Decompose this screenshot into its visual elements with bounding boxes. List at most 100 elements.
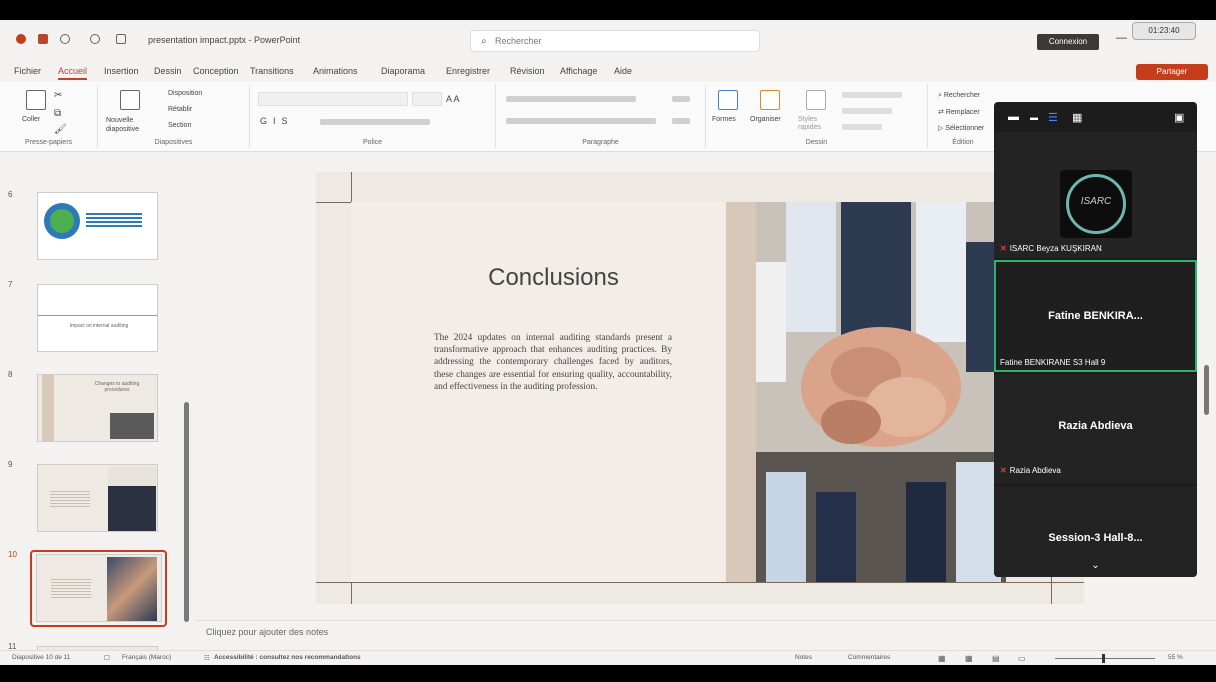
tab-conception[interactable]: Conception — [193, 66, 239, 76]
shape-fill-tool[interactable] — [842, 92, 902, 98]
participant-tile[interactable]: ISARC ✕ ISARC Beyza KUŞKIRAN — [994, 132, 1197, 258]
slide-photo[interactable] — [756, 202, 1006, 582]
align-tools[interactable] — [506, 118, 656, 124]
chevron-down-icon[interactable]: ⌄ — [994, 560, 1197, 571]
tab-animations[interactable]: Animations — [313, 66, 358, 76]
record-icon[interactable] — [16, 34, 26, 44]
layout-button[interactable]: Disposition — [168, 90, 202, 97]
redo-icon[interactable] — [90, 34, 100, 44]
shapes-icon[interactable] — [718, 90, 738, 110]
document-title: presentation impact.pptx - PowerPoint — [148, 35, 301, 45]
font-name-select[interactable] — [258, 92, 408, 106]
list-tools[interactable] — [506, 96, 636, 102]
slide-sorter-icon[interactable]: ▦ — [965, 654, 973, 663]
shapes-button[interactable]: Formes — [712, 116, 736, 123]
arrange-button[interactable]: Organiser — [750, 116, 781, 123]
minimize-icon[interactable]: — — [1116, 32, 1127, 44]
speaker-view-icon[interactable]: ▬ — [1030, 113, 1038, 122]
gallery-strip-icon[interactable]: ☰ — [1048, 111, 1058, 124]
font-format-icons[interactable]: GIS — [260, 116, 294, 126]
minimize-panel-icon[interactable]: ▬ — [1008, 111, 1019, 123]
spellcheck-icon[interactable]: ☐ — [104, 654, 110, 662]
participant-tile[interactable]: Razia Abdieva ✕ Razia Abdieva — [994, 374, 1197, 484]
new-slide-button[interactable]: Nouvelle diapositive — [106, 116, 158, 134]
tab-enregistrer[interactable]: Enregistrer — [446, 66, 490, 76]
font-color-tools[interactable] — [320, 119, 430, 125]
tab-accueil[interactable]: Accueil — [58, 66, 88, 80]
normal-view-icon[interactable]: ▦ — [938, 654, 946, 663]
zoom-slider-thumb[interactable] — [1102, 654, 1105, 663]
notes-pane[interactable]: Cliquez pour ajouter des notes — [196, 620, 1216, 642]
language-status[interactable]: Français (Maroc) — [122, 654, 171, 661]
sign-in-button[interactable]: Connexion — [1037, 34, 1099, 50]
tab-transitions[interactable]: Transitions — [250, 66, 294, 76]
tab-fichier[interactable]: Fichier — [14, 66, 41, 76]
editor-scrollbar[interactable] — [1204, 365, 1209, 415]
participant-tile-active-speaker[interactable]: Fatine BENKIRA... Fatine BENKIRANE S3 Ha… — [994, 260, 1197, 372]
slides-scrollbar[interactable] — [184, 402, 189, 622]
slide-thumbnail-8[interactable]: Changes to auditing procedures — [37, 374, 158, 442]
grow-font-icon[interactable]: A A — [446, 94, 460, 104]
replace-button[interactable]: ⇄ Remplacer — [938, 108, 980, 116]
reset-button[interactable]: Rétablir — [168, 106, 192, 113]
zoom-slider[interactable] — [1055, 658, 1155, 659]
participant-name: ✕ ISARC Beyza KUŞKIRAN — [1000, 244, 1102, 253]
participant-display-name: Session-3 Hall-8... — [1048, 532, 1143, 544]
save-icon[interactable] — [38, 34, 48, 44]
group-font: A A GIS Police — [250, 84, 496, 148]
start-slideshow-icon[interactable] — [116, 34, 126, 44]
slide-thumbnail-6[interactable] — [37, 192, 158, 260]
copy-icon[interactable]: ⧉ — [54, 108, 61, 119]
thumbnail-text: Impact on internal auditing — [69, 323, 129, 329]
undo-icon[interactable] — [60, 34, 70, 44]
accent-bar — [726, 202, 756, 582]
new-slide-icon[interactable] — [120, 90, 140, 110]
tab-aide[interactable]: Aide — [614, 66, 632, 76]
current-slide[interactable]: Conclusions The 2024 updates on internal… — [316, 172, 1084, 604]
shape-effects-tool[interactable] — [842, 124, 882, 130]
font-label: Police — [362, 139, 383, 146]
accessibility-status[interactable]: Accessibilité : consultez nos recommanda… — [214, 654, 361, 661]
tab-affichage[interactable]: Affichage — [560, 66, 597, 76]
quick-styles-icon[interactable] — [806, 90, 826, 110]
slide-number: 9 — [8, 460, 13, 469]
slide-body-text[interactable]: The 2024 updates on internal auditing st… — [434, 332, 672, 393]
thumbnail-text: Changes to auditing procedures — [94, 381, 140, 393]
section-button[interactable]: Section — [168, 122, 191, 129]
shape-outline-tool[interactable] — [842, 108, 892, 114]
tab-diaporama[interactable]: Diaporama — [381, 66, 425, 76]
arrange-icon[interactable] — [760, 90, 780, 110]
reading-view-icon[interactable]: ▤ — [992, 654, 1000, 663]
search-input[interactable]: ⌕ Rechercher — [470, 30, 760, 52]
notes-placeholder: Cliquez pour ajouter des notes — [206, 627, 329, 637]
format-painter-icon[interactable]: 🖌 — [54, 124, 67, 135]
tab-insertion[interactable]: Insertion — [104, 66, 139, 76]
slide-thumbnail-10[interactable] — [36, 554, 162, 622]
find-button[interactable]: ⌕ Rechercher — [938, 92, 980, 100]
zoom-level[interactable]: 55 % — [1168, 654, 1183, 661]
select-button[interactable]: ▷ Sélectionner — [938, 124, 984, 132]
paragraph-label: Paragraphe — [582, 139, 619, 146]
text-direction-tool[interactable] — [672, 96, 690, 102]
cut-icon[interactable]: ✂ — [54, 90, 62, 101]
share-button[interactable]: Partager — [1136, 64, 1208, 80]
comments-button[interactable]: Commentaires — [848, 654, 890, 661]
tab-revision[interactable]: Révision — [510, 66, 545, 76]
layout-options-icon[interactable]: ▣ — [1174, 111, 1184, 124]
group-clipboard: Coller ✂ ⧉ 🖌 Presse-papiers — [0, 84, 98, 148]
notes-button[interactable]: Notes — [795, 654, 812, 661]
slideshow-view-icon[interactable]: ▭ — [1018, 654, 1026, 663]
hands-teamwork-image — [756, 202, 1006, 582]
status-bar: Diapositive 10 de 11 ☐ Français (Maroc) … — [0, 650, 1216, 665]
slide-thumbnail-7[interactable]: Impact on internal auditing — [37, 284, 158, 352]
font-size-select[interactable] — [412, 92, 442, 106]
paste-button[interactable]: Coller — [22, 116, 40, 123]
tab-dessin[interactable]: Dessin — [154, 66, 182, 76]
grid-view-icon[interactable]: ▦ — [1072, 111, 1082, 124]
slide-thumbnail-9[interactable] — [37, 464, 158, 532]
thumbnail-frame — [38, 315, 157, 316]
slide-title[interactable]: Conclusions — [316, 264, 791, 292]
paste-icon[interactable] — [26, 90, 46, 110]
quick-styles-button[interactable]: Styles rapides — [798, 116, 834, 132]
smartart-tool[interactable] — [672, 118, 690, 124]
